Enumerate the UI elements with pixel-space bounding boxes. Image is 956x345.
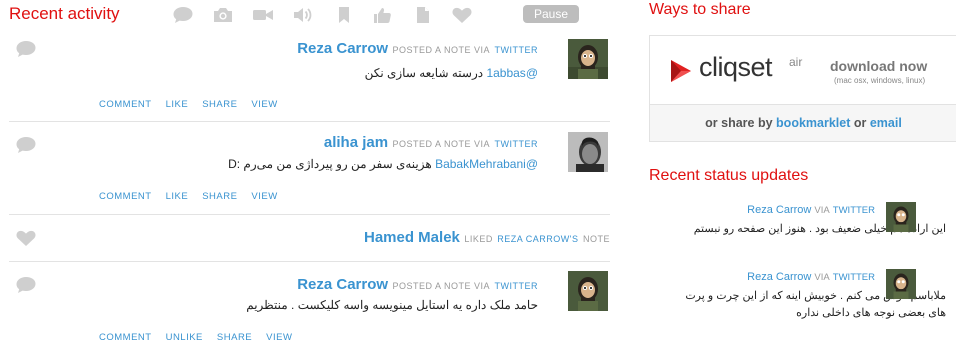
source-link[interactable]: TWITTER [495,139,539,149]
author-name[interactable]: Reza Carrow [747,271,811,283]
avatar[interactable] [886,202,916,232]
mention-link[interactable]: @BabakMehrabani [435,157,538,171]
comment-icon[interactable] [172,6,194,24]
activity-title: Recent activity [9,4,120,23]
heart-icon [15,229,37,247]
like-link[interactable]: LIKE [166,99,189,110]
comment-icon [15,40,37,58]
status-title: Recent status updates [649,167,809,184]
author-name[interactable]: Reza Carrow [297,276,388,293]
comment-icon [15,136,37,154]
avatar[interactable] [568,271,608,311]
target-type: NOTE [582,234,610,244]
bookmark-icon[interactable] [333,6,355,24]
avatar[interactable] [568,39,608,79]
activity-item: aliha jam POSTED A NOTE VIA TWITTER @Bab… [9,121,610,215]
comment-icon [15,276,37,294]
share-title: Ways to share [649,1,751,18]
activity-header-line: Reza Carrow POSTED A NOTE VIA TWITTER [297,40,538,58]
avatar[interactable] [886,269,916,299]
activity-header-line: Reza Carrow POSTED A NOTE VIA TWITTER [297,276,538,294]
activity-header-line: Hamed Malek LIKED REZA CARROW'S NOTE [364,229,610,247]
source-link[interactable]: TWITTER [495,281,539,291]
action-text: POSTED A NOTE VIA [392,45,491,55]
comment-link[interactable]: COMMENT [99,191,152,202]
download-platforms: (mac osx, windows, linux) [834,76,926,85]
comment-link[interactable]: COMMENT [99,99,152,110]
source-link[interactable]: TWITTER [833,205,875,216]
avatar[interactable] [568,132,608,172]
view-link[interactable]: VIEW [251,99,277,110]
source-link[interactable]: TWITTER [495,45,539,55]
pause-button[interactable]: Pause [523,5,579,23]
share-link[interactable]: SHARE [202,191,237,202]
share-link[interactable]: SHARE [202,99,237,110]
author-name[interactable]: aliha jam [324,134,388,151]
activity-panel: Recent activity Pause Reza Carrow POSTED… [0,0,630,343]
action-text: LIKED [464,234,493,244]
activity-item: Reza Carrow POSTED A NOTE VIA TWITTER @1… [9,30,610,122]
item-actions: COMMENT LIKE SHARE VIEW [99,186,292,204]
share-box: cliqset air download now (mac osx, windo… [649,35,956,142]
video-icon[interactable] [252,6,274,24]
mention-link[interactable]: @1abbas [486,66,538,80]
unlike-link[interactable]: UNLIKE [166,332,203,343]
email-link[interactable]: email [870,116,902,130]
activity-item: Reza Carrow POSTED A NOTE VIA TWITTER حا… [9,261,610,343]
author-name[interactable]: Reza Carrow [747,204,811,216]
view-link[interactable]: VIEW [251,191,277,202]
note-text: حامد ملک داره یه استایل مینویسه واسه کلی… [246,298,538,312]
action-text: POSTED A NOTE VIA [392,281,491,291]
author-name[interactable]: Reza Carrow [297,40,388,57]
status-header: Reza Carrow VIA TWITTER [747,271,875,283]
activity-header: Recent activity Pause [0,0,630,30]
cliqset-logo: cliqset air [668,52,818,88]
heart-icon[interactable] [451,6,473,24]
comment-link[interactable]: COMMENT [99,332,152,343]
or-share-line: or share by bookmarklet or email [705,116,902,130]
status-item: Reza Carrow VIA TWITTER ملاباسم گوش می ک… [649,267,951,335]
bookmarklet-link[interactable]: bookmarklet [776,116,850,130]
note-text: @1abbas درسته شایعه سازی نکن [364,66,538,80]
action-text: POSTED A NOTE VIA [392,139,491,149]
activity-item: Hamed Malek LIKED REZA CARROW'S NOTE [9,214,610,262]
camera-icon[interactable] [212,6,234,24]
download-banner[interactable]: cliqset air download now (mac osx, windo… [650,36,956,105]
document-icon[interactable] [412,6,434,24]
item-actions: COMMENT UNLIKE SHARE VIEW [99,327,306,345]
logo-text: cliqset [699,52,773,82]
view-link[interactable]: VIEW [266,332,292,343]
download-now-link[interactable]: download now [830,58,927,74]
status-header: Reza Carrow VIA TWITTER [747,204,875,216]
target-link[interactable]: REZA CARROW'S [497,234,578,244]
activity-header-line: aliha jam POSTED A NOTE VIA TWITTER [324,134,538,152]
source-link[interactable]: TWITTER [833,272,875,283]
note-text: @BabakMehrabani هزینه‌ی سفر من رو پیرداژ… [228,157,538,171]
status-item: Reza Carrow VIA TWITTER این اراده هم خیل… [649,200,951,260]
item-actions: COMMENT LIKE SHARE VIEW [99,94,292,112]
logo-sup: air [789,55,803,69]
author-name[interactable]: Hamed Malek [364,229,460,246]
thumbs-up-icon[interactable] [371,6,393,24]
share-link[interactable]: SHARE [217,332,252,343]
sidebar: Ways to share cliqset air download now (… [649,0,956,335]
audio-icon[interactable] [292,6,314,24]
like-link[interactable]: LIKE [166,191,189,202]
